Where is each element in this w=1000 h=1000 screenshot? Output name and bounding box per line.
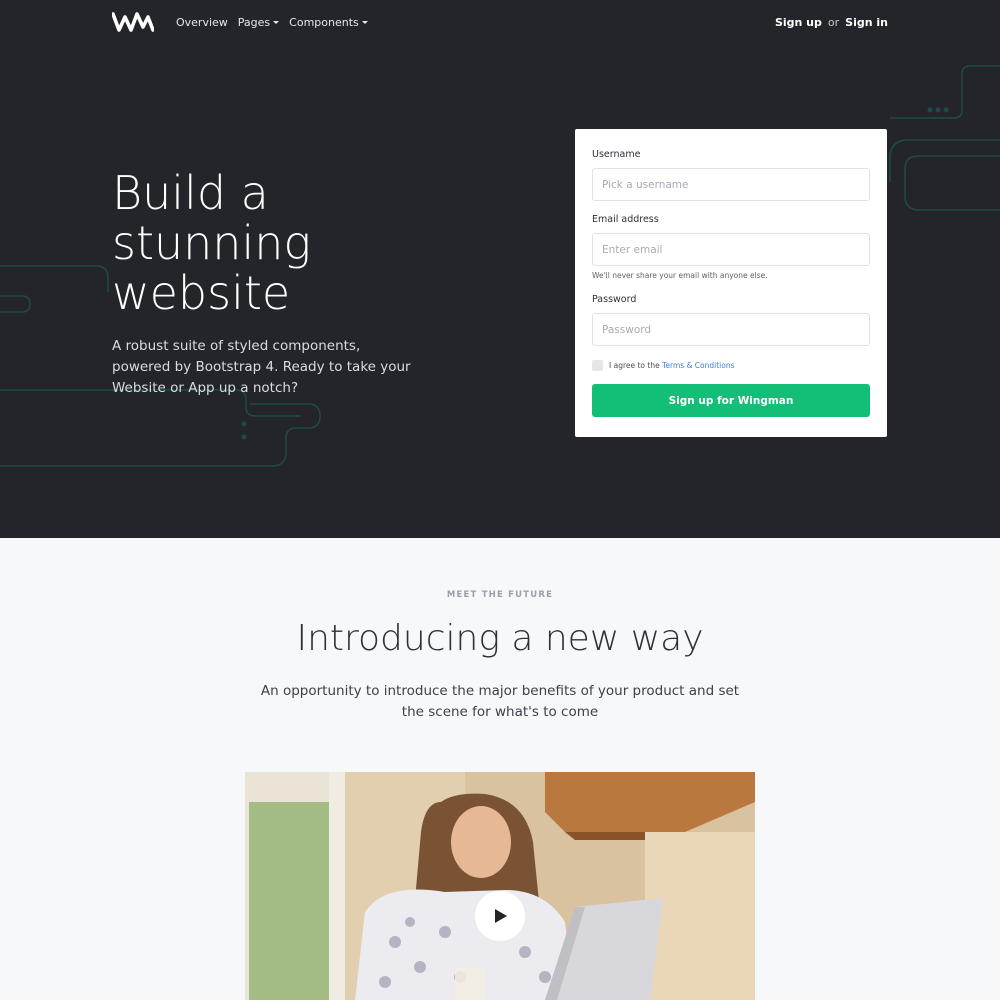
sign-up-link[interactable]: Sign up [775, 16, 822, 29]
nav-link-components[interactable]: Components [289, 16, 368, 29]
terms-checkbox[interactable] [592, 360, 603, 371]
username-label: Username [592, 149, 641, 160]
caret-down-icon [361, 20, 368, 24]
section-eyebrow: MEET THE FUTURE [446, 590, 554, 600]
hero-subtitle: A robust suite of styled components, pow… [112, 338, 411, 396]
nav-link-overview[interactable]: Overview [176, 16, 228, 29]
caret-down-icon [273, 20, 280, 24]
auth-links: Sign up or Sign in [775, 16, 888, 29]
hero-title: Build a stunning website [112, 168, 472, 318]
email-input[interactable] [592, 233, 870, 266]
or-text: or [827, 15, 840, 29]
play-video-button[interactable] [475, 891, 525, 941]
nav-link-pages[interactable]: Pages [237, 15, 280, 29]
signup-form-card: Username Email address We'll never share… [575, 129, 887, 437]
video-image [245, 772, 755, 1000]
section-subtitle: An opportunity to introduce the major be… [260, 683, 740, 720]
section-title: Introducing a new way [296, 618, 704, 659]
terms-link[interactable]: Terms & Conditions [662, 361, 734, 370]
hero-section: Overview Pages Components Sign up or Sig… [0, 0, 1000, 538]
nav-link-label: Components [289, 15, 359, 29]
username-input[interactable] [592, 168, 870, 201]
top-navbar: Overview Pages Components Sign up or Sig… [112, 0, 888, 44]
hero-title-line: Build a [112, 166, 269, 220]
hero-title-line: website [112, 266, 291, 320]
intro-section: MEET THE FUTURE Introducing a new way An… [0, 538, 1000, 1000]
wingman-logo-icon[interactable] [112, 12, 154, 32]
terms-agree-text: I agree to the Terms & Conditions [609, 361, 735, 370]
terms-prefix: I agree to the [609, 361, 660, 370]
password-label: Password [592, 294, 637, 305]
terms-agree-row: I agree to the Terms & Conditions [592, 360, 870, 371]
email-label: Email address [592, 214, 659, 225]
play-icon [495, 909, 507, 923]
nav-link-label: Pages [237, 15, 271, 29]
hero-title-line: stunning [112, 216, 312, 270]
sign-in-link[interactable]: Sign in [845, 16, 888, 29]
nav-link-label: Overview [176, 15, 228, 29]
signup-submit-button[interactable]: Sign up for Wingman [592, 384, 870, 417]
video-thumbnail[interactable] [245, 772, 755, 1000]
email-help-text: We'll never share your email with anyone… [592, 271, 768, 280]
password-input[interactable] [592, 313, 870, 346]
